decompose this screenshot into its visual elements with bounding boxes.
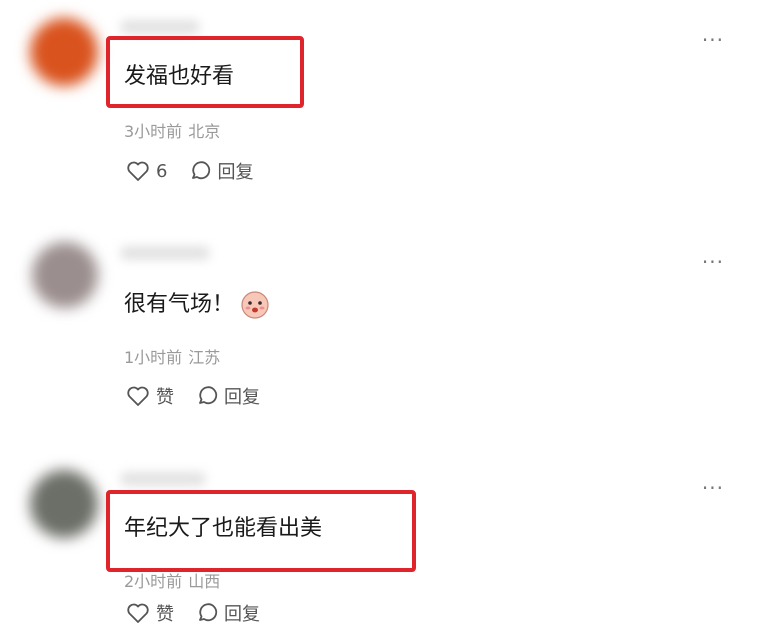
comment-time: 2小时前 [124, 572, 183, 591]
comment-meta: 2小时前 山西 [124, 568, 220, 592]
like-button[interactable]: 赞 [126, 600, 174, 626]
comment-actions: 赞 回复 [126, 600, 260, 626]
like-label: 赞 [156, 604, 174, 625]
username-blurred[interactable] [120, 472, 206, 486]
comment-text: 年纪大了也能看出美 [124, 516, 323, 541]
reply-label: 回复 [224, 604, 260, 625]
avatar[interactable] [30, 470, 98, 538]
comment-item: ··· 年纪大了也能看出美 2小时前 山西 赞 回复 [0, 0, 764, 625]
speech-bubble-icon [199, 603, 218, 622]
comment-location: 山西 [188, 572, 221, 591]
more-dots-icon[interactable]: ··· [702, 478, 724, 498]
reply-button[interactable]: 回复 [196, 600, 260, 626]
heart-outline-icon [127, 603, 149, 623]
